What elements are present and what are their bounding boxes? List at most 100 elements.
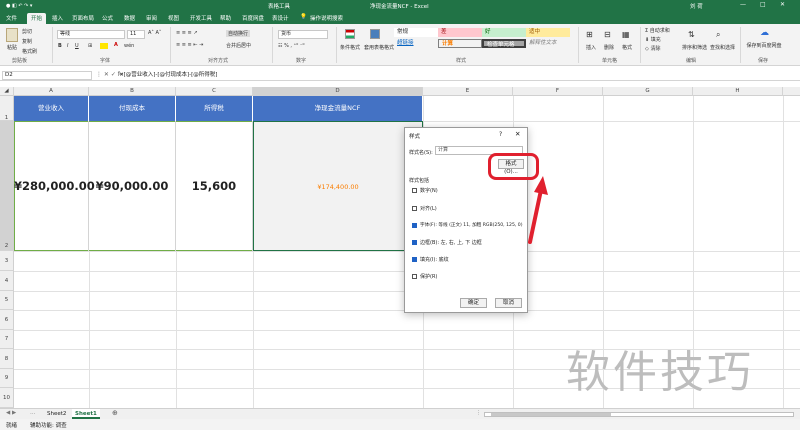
alignment-checkbox[interactable] [412,206,417,211]
select-all-corner[interactable]: ◢ [0,87,14,96]
italic-icon[interactable]: I [67,43,68,49]
insert-cells-button[interactable]: 插入 [586,44,596,51]
align-top-icon[interactable]: ≡ ≡ ≡ ↗ [176,30,198,36]
help-icon[interactable]: ? [499,131,502,138]
maximize-icon[interactable]: □ [760,1,766,8]
wrap-text-button[interactable]: 自动换行 [226,30,251,37]
row-header-10[interactable]: 10 [0,388,14,408]
row-header-3[interactable]: 3 [0,251,14,271]
row-header-5[interactable]: 5 [0,291,14,310]
number-checkbox[interactable] [412,188,417,193]
tab-file[interactable]: 文件 [6,14,17,22]
name-box[interactable]: D2 [2,71,92,80]
style-hyperlink[interactable]: 超链接 [394,39,438,48]
ok-button[interactable]: 确定 [460,298,487,308]
row-header-6[interactable]: 6 [0,310,14,330]
tab-page-layout[interactable]: 页面布局 [72,14,94,22]
table-format-button[interactable]: 套用表格格式 [364,44,394,51]
format-cells-button[interactable]: 格式 [622,44,632,51]
table-header-revenue[interactable]: 营业收入 [14,96,89,121]
insert-cells-icon[interactable]: ⊞ [586,30,593,39]
cell-ncf[interactable]: ¥174,400.00 [253,121,423,251]
font-color-icon[interactable]: A [114,42,118,48]
sort-filter-button[interactable]: 排序和筛选 [682,44,707,51]
sort-filter-icon[interactable]: ⇅ [688,30,695,39]
font-checkbox[interactable] [412,223,417,228]
row-header-8[interactable]: 8 [0,349,14,369]
copy-button[interactable]: 复制 [22,38,32,45]
accessibility-status[interactable]: 辅助功能: 调查 [30,421,67,429]
table-header-cash-cost[interactable]: 付现成本 [89,96,176,121]
row-header-1[interactable]: 1 [0,96,14,121]
delete-cells-button[interactable]: 删除 [604,44,614,51]
sheet-tab-sheet2[interactable]: Sheet2 [44,409,69,419]
merge-center-button[interactable]: 合并后居中 [226,42,251,49]
font-grow-icon[interactable]: A˄ A˅ [148,30,161,36]
user-name[interactable]: 刘 荷 [690,2,703,10]
border-checkbox[interactable] [412,240,417,245]
column-header-b[interactable]: B [89,87,176,96]
cloud-icon[interactable]: ☁ [760,28,769,38]
column-header-g[interactable]: G [603,87,693,96]
minimize-icon[interactable]: — [740,1,746,8]
hscroll-options-icon[interactable]: ⋮ [476,410,481,416]
add-sheet-icon[interactable]: ⊕ [112,409,118,417]
style-calc[interactable]: 计算 [438,39,482,48]
sheet-tab-sheet1[interactable]: Sheet1 [72,409,100,419]
autosave-icon[interactable]: ● ◧ ↶ ↷ ▾ [6,3,32,9]
tab-formulas[interactable]: 公式 [102,14,113,22]
border-icon[interactable]: ⊞ [88,43,92,49]
number-format-select[interactable]: 货币 [278,30,328,39]
tab-review[interactable]: 审阅 [146,14,157,22]
save-to-baidu-button[interactable]: 保存到百度网盘 [746,43,782,49]
fill-checkbox[interactable] [412,257,417,262]
horizontal-scrollbar[interactable] [484,412,794,417]
cancel-button[interactable]: 取消 [495,298,522,308]
column-header-f[interactable]: F [513,87,603,96]
row-header-9[interactable]: 9 [0,369,14,388]
style-normal[interactable]: 常规 [394,28,438,37]
table-format-icon[interactable] [370,29,380,39]
align-left-icon[interactable]: ≡ ≡ ≡ ⇤ ⇥ [176,42,203,48]
row-header-7[interactable]: 7 [0,330,14,349]
cut-button[interactable]: 剪切 [22,28,32,35]
bold-icon[interactable]: B [58,43,62,49]
format-cells-icon[interactable]: ▦ [622,30,630,39]
autosum-button[interactable]: Σ 自动求和 [645,27,670,34]
style-check-cell[interactable]: 检查单元格 [482,39,526,48]
row-header-2[interactable]: 2 [0,121,14,251]
style-explanatory[interactable]: 解释性文本 [526,39,570,48]
format-painter-button[interactable]: 格式刷 [22,48,37,55]
fill-color-icon[interactable] [100,43,108,49]
cell-cash-cost[interactable]: ¥90,000.00 [89,121,176,251]
column-header-h[interactable]: H [693,87,783,96]
tab-help[interactable]: 帮助 [220,14,231,22]
clear-button[interactable]: ◇ 清除 [645,45,660,52]
formula-input[interactable]: =[@营业收入]-[@付现成本]-[@所得税] [116,71,796,80]
protection-checkbox[interactable] [412,274,417,279]
column-header-e[interactable]: E [423,87,513,96]
cell-revenue[interactable]: ¥280,000.00 [14,121,95,251]
tab-home[interactable]: 开始 [27,13,47,24]
tell-me-search[interactable]: 操作说明搜索 [310,14,343,22]
paste-button[interactable]: 粘贴 [7,44,17,51]
column-header-c[interactable]: C [176,87,253,96]
style-good[interactable]: 好 [482,28,526,37]
column-header-d[interactable]: D [253,87,423,96]
paste-icon[interactable] [6,28,18,42]
dialog-close-icon[interactable]: ✕ [515,130,520,138]
column-header-a[interactable]: A [14,87,89,96]
table-header-income-tax[interactable]: 所得税 [176,96,253,121]
font-name-select[interactable]: 等线 [57,30,125,39]
cell-income-tax[interactable]: 15,600 [176,121,253,251]
tab-view[interactable]: 视图 [168,14,179,22]
font-size-select[interactable]: 11 [127,30,145,39]
table-header-ncf[interactable]: 净现金流量NCF [253,96,423,121]
tab-developer[interactable]: 开发工具 [190,14,212,22]
tab-baidu[interactable]: 百度网盘 [242,14,264,22]
close-icon[interactable]: ✕ [780,1,785,8]
phonetic-icon[interactable]: wén [124,43,134,49]
sheet-nav-icon[interactable]: ◀ ▶ [6,410,16,416]
style-neutral[interactable]: 适中 [526,28,570,37]
fill-button[interactable]: ⬇ 填充 [645,36,661,43]
